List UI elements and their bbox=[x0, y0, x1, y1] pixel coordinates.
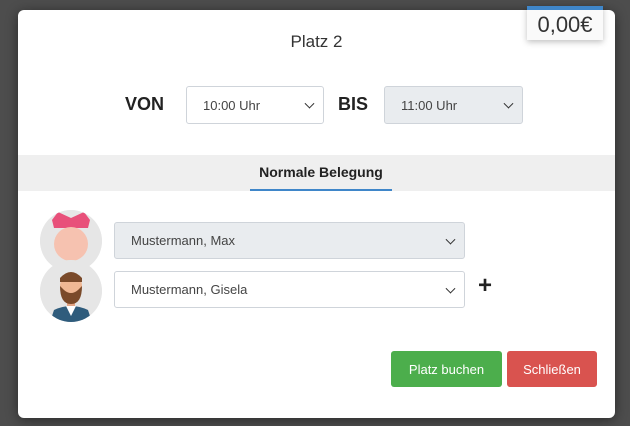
avatar-male bbox=[40, 260, 102, 322]
player-name-1: Mustermann, Max bbox=[131, 233, 236, 248]
player-select-1[interactable]: Mustermann, Max bbox=[114, 222, 465, 259]
booking-modal: 0,00€ Platz 2 VON 10:00 Uhr BIS 11:00 Uh… bbox=[18, 6, 615, 418]
close-button[interactable]: Schließen bbox=[507, 351, 597, 387]
time-row: VON 10:00 Uhr BIS 11:00 Uhr bbox=[18, 86, 615, 124]
book-court-button[interactable]: Platz buchen bbox=[391, 351, 502, 387]
modal-title: Platz 2 bbox=[290, 32, 343, 51]
chevron-down-icon bbox=[503, 98, 514, 109]
from-time-select[interactable]: 10:00 Uhr bbox=[186, 86, 324, 124]
player-name-2: Mustermann, Gisela bbox=[131, 282, 248, 297]
chevron-down-icon bbox=[445, 283, 456, 294]
player-select-2[interactable]: Mustermann, Gisela bbox=[114, 271, 465, 308]
from-time-value: 10:00 Uhr bbox=[203, 97, 261, 113]
tab-normal-booking[interactable]: Normale Belegung bbox=[250, 155, 392, 191]
to-label: BIS bbox=[338, 94, 369, 114]
male-avatar-icon bbox=[40, 260, 102, 322]
chevron-down-icon bbox=[304, 98, 315, 109]
add-player-icon[interactable]: + bbox=[478, 274, 492, 298]
to-time-select[interactable]: 11:00 Uhr bbox=[384, 86, 523, 124]
to-time-value: 11:00 Uhr bbox=[401, 97, 458, 113]
from-label: VON bbox=[125, 94, 165, 114]
tab-bar: Normale Belegung bbox=[18, 155, 615, 191]
chevron-down-icon bbox=[445, 234, 456, 245]
